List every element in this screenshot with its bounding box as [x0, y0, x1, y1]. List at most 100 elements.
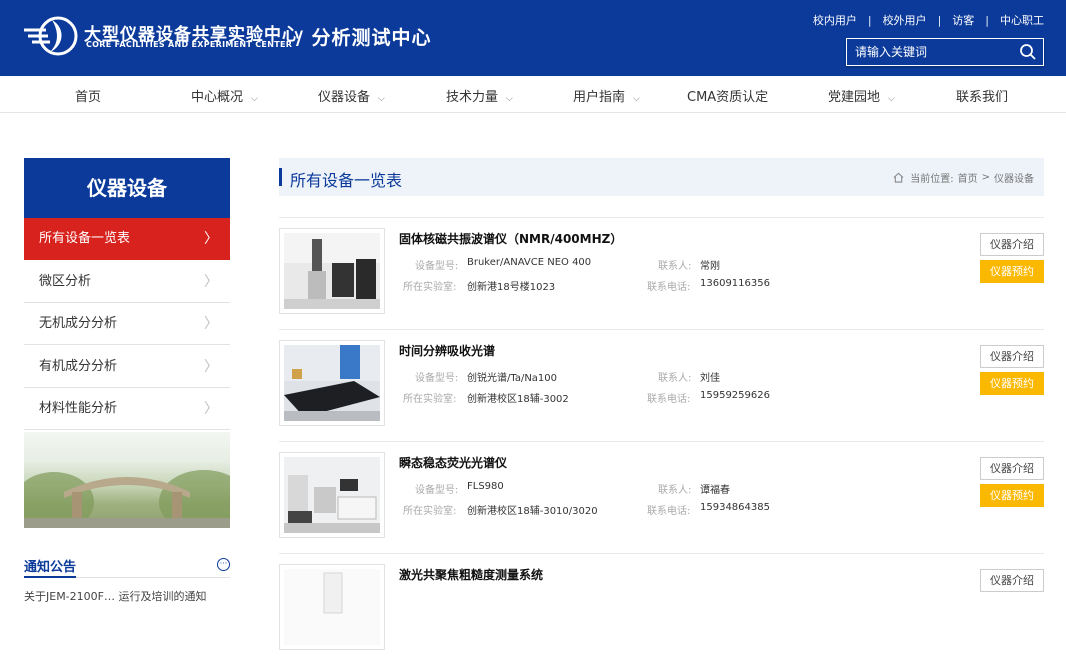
instrument-booking-button[interactable]: 仪器预约 — [980, 484, 1044, 507]
contact-value: 谭福春 — [700, 485, 730, 496]
lab-value: 创新港18号楼1023 — [467, 282, 556, 293]
contact-value: 刘佳 — [700, 373, 720, 384]
sidebar-item-label: 所有设备一览表 — [39, 231, 131, 246]
phone-value: 15959259626 — [700, 390, 770, 401]
sidebar-item-label: 无机成分分析 — [39, 316, 118, 331]
breadcrumb-home[interactable]: 首页 — [958, 170, 978, 185]
search-input[interactable] — [847, 39, 1017, 65]
sidebar-item-inorganic[interactable]: 无机成分分析 〉 — [24, 303, 230, 345]
equipment-thumbnail[interactable] — [279, 228, 385, 314]
instrument-intro-button[interactable]: 仪器介绍 — [980, 345, 1044, 368]
chevron-right-icon: 〉 — [204, 359, 218, 375]
site-header: 大型仪器设备共享实验中心 CORE FACILITIES AND EXPERIM… — [0, 0, 1066, 76]
model-label: 设备型号: — [415, 373, 459, 384]
notice-title: 通知公告 — [24, 560, 77, 575]
equipment-thumbnail[interactable] — [279, 340, 385, 426]
sidebar-item-micro[interactable]: 微区分析 〉 — [24, 261, 230, 303]
sidebar-item-organic[interactable]: 有机成分分析 〉 — [24, 346, 230, 388]
contact-label: 联系人: — [658, 261, 692, 272]
equipment-row: 激光共聚焦粗糙度测量系统 仪器介绍 — [279, 553, 1044, 665]
equipment-name[interactable]: 固体核磁共振波谱仪（NMR/400MHZ） — [399, 230, 622, 247]
equipment-name[interactable]: 时间分辨吸收光谱 — [399, 342, 495, 359]
notice-underline — [24, 576, 76, 578]
link-staff[interactable]: 中心职工 — [1000, 12, 1044, 28]
university-logo[interactable] — [22, 10, 78, 60]
model-label: 设备型号: — [415, 485, 459, 496]
phone-value: 13609116356 — [700, 278, 770, 289]
phone-value: 15934864385 — [700, 502, 770, 513]
nav-label: 首页 — [75, 90, 102, 105]
chevron-right-icon: 〉 — [204, 274, 218, 290]
sidebar-item-all[interactable]: 所有设备一览表 〉 — [24, 218, 230, 260]
model-label: 设备型号: — [415, 261, 459, 272]
nav-label: 党建园地 — [828, 90, 881, 105]
nav-party[interactable]: 党建园地 ⌵ — [828, 86, 895, 105]
nav-equipment[interactable]: 仪器设备 ⌵ — [318, 86, 385, 105]
nav-label: 技术力量 — [446, 90, 499, 105]
contact-label: 联系人: — [658, 485, 692, 496]
chevron-right-icon: 〉 — [204, 231, 218, 247]
link-visitor[interactable]: 访客 — [952, 12, 974, 28]
chevron-down-icon: ⌵ — [506, 94, 513, 104]
breadcrumb-sep: > — [981, 172, 990, 183]
instrument-booking-button[interactable]: 仪器预约 — [980, 372, 1044, 395]
more-icon[interactable]: ··· — [217, 558, 230, 571]
nav-label: 仪器设备 — [318, 90, 371, 105]
equipment-thumbnail[interactable] — [279, 452, 385, 538]
brand-subtitle: / 分析测试中心 — [296, 27, 432, 49]
instrument-intro-button[interactable]: 仪器介绍 — [980, 569, 1044, 592]
chevron-right-icon: 〉 — [204, 316, 218, 332]
nav-label: 联系我们 — [956, 90, 1009, 105]
equipment-row: 固体核磁共振波谱仪（NMR/400MHZ） 设备型号: Bruker/ANAVC… — [279, 217, 1044, 329]
search-icon[interactable] — [1019, 43, 1037, 61]
equipment-row: 瞬态稳态荧光光谱仪 设备型号: FLS980 联系人: 谭福春 所在实验室: 创… — [279, 441, 1044, 553]
equipment-thumbnail[interactable] — [279, 564, 385, 650]
model-value: FLS980 — [467, 481, 504, 492]
equipment-row: 时间分辨吸收光谱 设备型号: 创锐光谱/Ta/Na100 联系人: 刘佳 所在实… — [279, 329, 1044, 441]
home-icon — [893, 172, 904, 183]
equipment-name[interactable]: 激光共聚焦粗糙度测量系统 — [399, 566, 543, 583]
sidebar-item-label: 微区分析 — [39, 274, 92, 289]
chevron-down-icon: ⌵ — [378, 94, 385, 104]
nav-cma[interactable]: CMA资质认定 — [687, 86, 768, 105]
sidebar-title: 仪器设备 — [24, 158, 230, 218]
title-accent — [279, 168, 282, 186]
contact-label: 联系人: — [658, 373, 692, 384]
equipment-name[interactable]: 瞬态稳态荧光光谱仪 — [399, 454, 507, 471]
nav-label: 中心概况 — [191, 90, 244, 105]
separator: | — [985, 13, 989, 27]
main-nav: 首页 中心概况 ⌵ 仪器设备 ⌵ 技术力量 ⌵ 用户指南 ⌵ CMA资质认定 党建园地 ⌵… — [0, 76, 1066, 113]
model-value: Bruker/ANAVCE NEO 400 — [467, 257, 592, 268]
link-external-user[interactable]: 校外用户 — [883, 12, 927, 28]
chevron-right-icon: 〉 — [204, 401, 218, 417]
brand-name-en: CORE FACILITIES AND EXPERIMENT CENTER — [86, 40, 293, 49]
chevron-down-icon: ⌵ — [251, 94, 258, 104]
nav-about[interactable]: 中心概况 ⌵ — [191, 86, 258, 105]
chevron-down-icon: ⌵ — [888, 94, 895, 104]
breadcrumb-prefix: 当前位置: — [910, 174, 954, 185]
lab-value: 创新港校区18辅-3010/3020 — [467, 506, 598, 517]
sidebar-item-label: 有机成分分析 — [39, 359, 118, 374]
search-box — [846, 38, 1044, 66]
separator: | — [867, 13, 872, 27]
nav-contact[interactable]: 联系我们 — [956, 86, 1008, 105]
lab-label: 所在实验室: — [403, 394, 457, 405]
lab-label: 所在实验室: — [403, 282, 457, 293]
nav-home[interactable]: 首页 — [75, 86, 101, 105]
nav-user-guide[interactable]: 用户指南 ⌵ — [573, 86, 640, 105]
sidebar-item-materials[interactable]: 材料性能分析 〉 — [24, 388, 230, 430]
instrument-intro-button[interactable]: 仪器介绍 — [980, 233, 1044, 256]
nav-label: CMA资质认定 — [687, 90, 769, 105]
nav-technical[interactable]: 技术力量 ⌵ — [446, 86, 513, 105]
breadcrumb-current[interactable]: 仪器设备 — [994, 170, 1034, 185]
phone-label: 联系电话: — [647, 282, 691, 293]
top-links: 校内用户 | 校外用户 | 访客 | 中心职工 — [813, 12, 1044, 28]
link-internal-user[interactable]: 校内用户 — [813, 12, 857, 28]
instrument-intro-button[interactable]: 仪器介绍 — [980, 457, 1044, 480]
chevron-down-icon: ⌵ — [633, 94, 640, 104]
section-title-bar: 所有设备一览表 当前位置: 首页 > 仪器设备 — [279, 158, 1044, 196]
phone-label: 联系电话: — [647, 394, 691, 405]
notice-item[interactable]: 关于JEM-2100F… 运行及培训的通知 — [24, 588, 206, 604]
instrument-booking-button[interactable]: 仪器预约 — [980, 260, 1044, 283]
page-title: 所有设备一览表 — [290, 171, 403, 190]
